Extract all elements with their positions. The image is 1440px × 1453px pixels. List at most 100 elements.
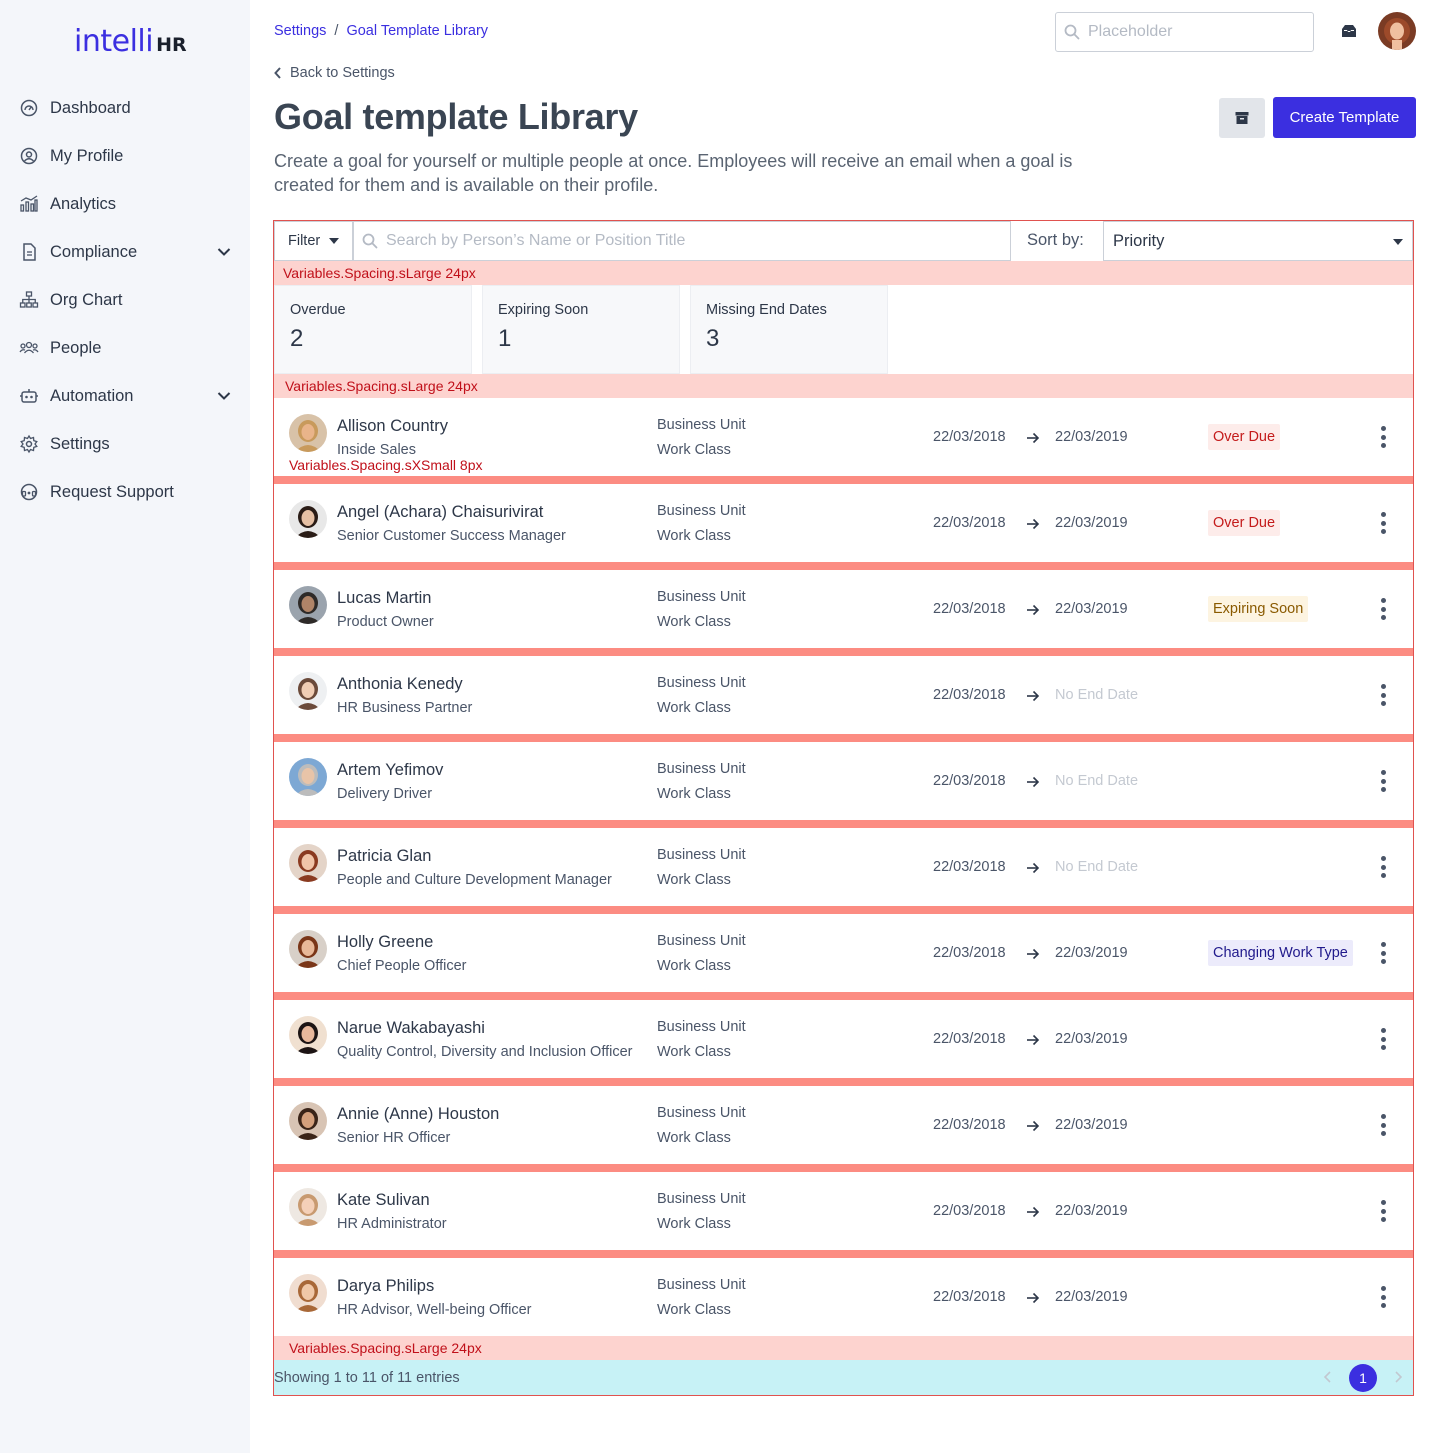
stat-card-expiring-soon[interactable]: Expiring Soon 1 [482,285,680,374]
sidebar-item-label: Org Chart [50,290,123,309]
position-title: Senior Customer Success Manager [337,528,566,544]
stat-card-overdue[interactable]: Overdue 2 [274,285,472,374]
person-name[interactable]: Allison Country [337,417,448,436]
row-actions-menu-icon[interactable] [1373,1113,1393,1137]
person-name[interactable]: Anthonia Kenedy [337,675,463,694]
table-row[interactable]: Narue Wakabayashi Quality Control, Divers… [274,1000,1413,1086]
stat-value: 2 [290,325,304,352]
breadcrumb: Settings / Goal Template Library [274,23,488,39]
position-title: Senior HR Officer [337,1130,451,1146]
sidebar-item-automation[interactable]: Automation [0,372,250,420]
intellihr-logo[interactable]: intelli HR [74,24,187,60]
arrow-right-icon [1027,604,1040,616]
breadcrumb-current[interactable]: Goal Template Library [346,23,488,39]
global-search[interactable] [1055,12,1314,52]
sidebar: intelli HR Dashboard My Profile Analytics C… [0,0,250,1453]
chevron-down-icon[interactable] [216,244,232,260]
table-row[interactable]: Darya Philips HR Advisor, Well-being Offi… [274,1258,1413,1344]
person-name[interactable]: Angel (Achara) Chaisurivirat [337,503,543,522]
person-name[interactable]: Darya Philips [337,1277,434,1296]
chevron-left-icon [274,67,281,79]
sidebar-item-analytics[interactable]: Analytics [0,180,250,228]
archive-button[interactable] [1219,98,1265,138]
inbox-icon[interactable] [1338,21,1360,43]
sidebar-item-settings[interactable]: Settings [0,420,250,468]
back-to-settings-link[interactable]: Back to Settings [274,65,395,81]
user-avatar[interactable] [1378,12,1416,50]
person-name[interactable]: Lucas Martin [337,589,431,608]
analytics-icon [19,194,39,214]
table-search-input[interactable] [386,232,986,250]
sort-select[interactable]: Priority [1103,221,1413,261]
row-actions-menu-icon[interactable] [1373,855,1393,879]
table-row[interactable]: Kate Sulivan HR Administrator Business Uni… [274,1172,1413,1258]
breadcrumb-settings[interactable]: Settings [274,23,326,39]
table-row[interactable]: Angel (Achara) Chaisurivirat Senior Custo… [274,484,1413,570]
position-title: Delivery Driver [337,786,433,802]
sidebar-item-my-profile[interactable]: My Profile [0,132,250,180]
row-actions-menu-icon[interactable] [1373,511,1393,535]
create-template-button[interactable]: Create Template [1273,97,1416,138]
filter-button[interactable]: Filter [274,221,353,261]
person-avatar [289,1102,327,1140]
row-actions-menu-icon[interactable] [1373,1285,1393,1309]
pagination-page-1[interactable]: 1 [1349,1364,1377,1392]
business-unit: Business Unit [657,1019,746,1035]
end-date: 22/03/2019 [1055,1289,1128,1305]
pagination-info: Showing 1 to 11 of 11 entries [274,1370,460,1386]
row-actions-menu-icon[interactable] [1373,597,1393,621]
business-unit: Business Unit [657,761,746,777]
row-actions-menu-icon[interactable] [1373,683,1393,707]
position-title: People and Culture Development Manager [337,872,612,888]
work-class: Work Class [657,442,731,458]
work-class: Work Class [657,1130,731,1146]
start-date: 22/03/2018 [933,601,1006,617]
row-actions-menu-icon[interactable] [1373,1199,1393,1223]
global-search-input[interactable] [1088,23,1288,41]
work-class: Work Class [657,872,731,888]
end-date: No End Date [1055,773,1139,789]
person-name[interactable]: Patricia Glan [337,847,431,866]
sidebar-item-compliance[interactable]: Compliance [0,228,250,276]
table-search[interactable] [353,221,1011,261]
start-date: 22/03/2018 [933,859,1006,875]
table-row[interactable]: Artem Yefimov Delivery Driver Business Uni… [274,742,1413,828]
end-date: 22/03/2019 [1055,429,1128,445]
person-name[interactable]: Kate Sulivan [337,1191,430,1210]
table-row[interactable]: Lucas Martin Product Owner Business Unit Wo… [274,570,1413,656]
person-avatar [289,586,327,624]
chevron-left-icon[interactable] [1321,1370,1335,1384]
start-date: 22/03/2018 [933,429,1006,445]
table-row[interactable]: Anthonia Kenedy HR Business Partner Busine… [274,656,1413,742]
arrow-right-icon [1027,432,1040,444]
caret-down-icon [329,238,340,244]
sidebar-nav: Dashboard My Profile Analytics Compliance Or… [0,84,250,516]
person-name[interactable]: Annie (Anne) Houston [337,1105,499,1124]
person-name[interactable]: Holly Greene [337,933,433,952]
sidebar-item-request-support[interactable]: Request Support [0,468,250,516]
business-unit: Business Unit [657,933,746,949]
table-row[interactable]: Annie (Anne) Houston Senior HR Officer Bus… [274,1086,1413,1172]
table-row[interactable]: Allison Country Inside Sales Business Unit… [274,398,1413,484]
sidebar-item-label: Analytics [50,194,117,213]
sidebar-item-people[interactable]: People [0,324,250,372]
sort-label: Sort by: [1027,231,1084,249]
row-actions-menu-icon[interactable] [1373,1027,1393,1051]
row-actions-menu-icon[interactable] [1373,941,1393,965]
compliance-icon [19,242,39,262]
sidebar-item-label: Dashboard [50,98,131,117]
caret-down-icon [1393,239,1403,245]
chevron-right-icon[interactable] [1391,1370,1405,1384]
person-name[interactable]: Narue Wakabayashi [337,1019,485,1038]
table-row[interactable]: Patricia Glan People and Culture Developm… [274,828,1413,914]
table-row[interactable]: Holly Greene Chief People Officer Business… [274,914,1413,1000]
sidebar-item-org-chart[interactable]: Org Chart [0,276,250,324]
end-date: No End Date [1055,687,1139,703]
sidebar-item-label: Compliance [50,242,138,261]
row-actions-menu-icon[interactable] [1373,769,1393,793]
row-actions-menu-icon[interactable] [1373,425,1393,449]
sidebar-item-dashboard[interactable]: Dashboard [0,84,250,132]
chevron-down-icon[interactable] [216,388,232,404]
person-name[interactable]: Artem Yefimov [337,761,443,780]
stat-card-missing-end-dates[interactable]: Missing End Dates 3 [690,285,888,374]
